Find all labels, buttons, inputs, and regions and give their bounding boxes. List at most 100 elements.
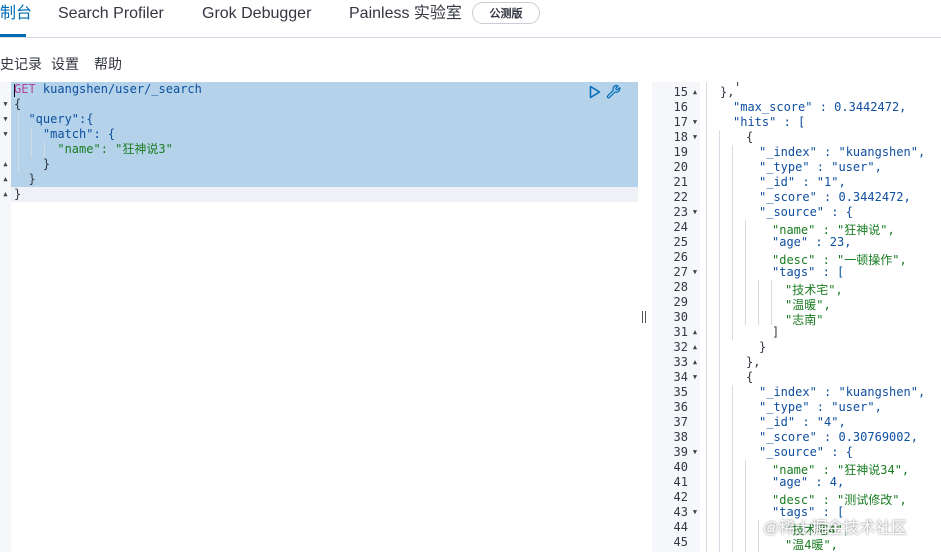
response-line: "技术宅", — [785, 283, 843, 297]
response-line: "_id" : "4", — [759, 415, 846, 429]
tab-grok-debugger[interactable]: Grok Debugger — [202, 4, 311, 24]
indent-guide — [745, 460, 746, 552]
fold-toggle-icon[interactable]: ▼ — [0, 112, 11, 127]
line-number: 15 — [673, 85, 688, 99]
response-line: "_type" : "user", — [759, 160, 882, 174]
fold-toggle-icon[interactable]: ▼ — [690, 370, 700, 385]
menu-settings[interactable]: 设置 — [51, 55, 79, 73]
response-line: "温4暖", — [785, 538, 838, 552]
indent-guide — [758, 280, 759, 325]
line-number: 27 — [673, 265, 688, 279]
run-request-icon[interactable] — [589, 85, 601, 99]
indent-guide — [771, 280, 772, 325]
beta-badge: 公测版 — [472, 2, 540, 24]
line-number: 21 — [673, 175, 688, 189]
request-line: "name": "狂神说3" — [14, 142, 173, 156]
fold-toggle-icon[interactable]: ▼ — [0, 127, 11, 142]
response-line: "max_score" : 0.3442472, — [733, 100, 907, 114]
response-line: "_type" : "user", — [759, 400, 882, 414]
line-number: 35 — [673, 385, 688, 399]
response-line-partial: | — [734, 82, 741, 87]
line-number: 40 — [673, 460, 688, 474]
active-tab-indicator — [0, 34, 26, 37]
line-number: 31 — [673, 325, 688, 339]
fold-toggle-icon[interactable]: ▼ — [690, 265, 700, 280]
indent-guide — [732, 385, 733, 552]
line-number: 19 — [673, 145, 688, 159]
fold-toggle-icon[interactable]: ▼ — [690, 445, 700, 460]
response-line: "_score" : 0.30769002, — [759, 430, 918, 444]
watermark-text: @稀土掘金技术社区 — [763, 520, 908, 537]
fold-end-icon[interactable]: ▲ — [690, 340, 700, 355]
line-number: 16 — [673, 100, 688, 114]
indent-guide — [758, 520, 759, 552]
line-number: 29 — [673, 295, 688, 309]
response-line: "_source" : { — [759, 445, 853, 459]
pane-resize-handle[interactable] — [642, 310, 648, 323]
tab-search-profiler[interactable]: Search Profiler — [58, 4, 164, 24]
fold-toggle-icon[interactable]: ▼ — [690, 205, 700, 220]
fold-end-icon[interactable]: ▲ — [0, 157, 11, 172]
fold-end-icon[interactable]: ▲ — [0, 172, 11, 187]
tab-painless-lab[interactable]: Painless 实验室 — [349, 4, 462, 24]
fold-end-icon[interactable]: ▲ — [0, 187, 11, 202]
line-number: 26 — [673, 250, 688, 264]
response-line: { — [746, 370, 754, 384]
fold-toggle-icon[interactable]: ▼ — [690, 130, 700, 145]
request-path: kuangshen/user/_search — [42, 82, 202, 96]
response-line: }, — [720, 85, 735, 99]
line-number: 23 — [673, 205, 688, 219]
line-number: 22 — [673, 190, 688, 204]
menu-history[interactable]: 史记录 — [0, 55, 42, 73]
request-line: "match": { — [14, 127, 116, 141]
response-line: "_source" : { — [759, 205, 853, 219]
request-line: } — [14, 172, 36, 186]
response-line: "_index" : "kuangshen", — [759, 385, 926, 399]
menu-help[interactable]: 帮助 — [94, 55, 122, 73]
fold-toggle-icon[interactable]: ▼ — [690, 115, 700, 130]
line-number: 34 — [673, 370, 688, 384]
line-number: 43 — [673, 505, 688, 519]
line-number: 36 — [673, 400, 688, 414]
fold-end-icon[interactable]: ▲ — [690, 355, 700, 370]
top-tab-bar: 制台 Search Profiler Grok Debugger Painles… — [0, 0, 941, 38]
line-number: 45 — [673, 535, 688, 549]
line-number: 38 — [673, 430, 688, 444]
indent-guide — [719, 130, 720, 552]
active-line-highlight — [11, 187, 638, 202]
request-line: "query":{ — [14, 112, 94, 126]
line-number: 33 — [673, 355, 688, 369]
response-line: "hits" : [ — [733, 115, 806, 129]
line-number: 25 — [673, 235, 688, 249]
fold-end-icon[interactable]: ▲ — [690, 325, 700, 340]
line-number: 30 — [673, 310, 688, 324]
response-line: ] — [772, 325, 780, 339]
response-line: { — [746, 130, 754, 144]
tab-console[interactable]: 制台 — [0, 4, 32, 24]
line-number: 39 — [673, 445, 688, 459]
line-number: 24 — [673, 220, 688, 234]
request-gutter — [0, 82, 11, 552]
fold-toggle-icon[interactable]: ▼ — [690, 505, 700, 520]
response-line: "_id" : "1", — [759, 175, 846, 189]
request-line-method: GET kuangshen/user/_search — [14, 82, 202, 97]
fold-end-icon[interactable]: ▲ — [690, 85, 700, 100]
line-number: 44 — [673, 520, 688, 534]
line-number: 37 — [673, 415, 688, 429]
request-line: { — [14, 97, 22, 111]
line-number: 32 — [673, 340, 688, 354]
response-viewer[interactable]: | 15 16 17 18 19 20 21 22 23 24 25 26 27… — [652, 82, 941, 552]
line-number: 28 — [673, 280, 688, 294]
fold-toggle-icon[interactable]: ▼ — [0, 97, 11, 112]
line-number: 17 — [673, 115, 688, 129]
indent-guide — [745, 220, 746, 325]
response-line: "温暖", — [785, 298, 831, 312]
response-line: }, — [746, 355, 761, 369]
request-editor[interactable]: ▼ ▼ ▼ ▲ ▲ ▲ GET kuangshen/user/_search {… — [0, 82, 638, 552]
line-number: 42 — [673, 490, 688, 504]
request-line: } — [14, 157, 51, 171]
response-line: "age" : 23, — [772, 235, 852, 249]
request-line: } — [14, 187, 22, 201]
indent-guide — [706, 82, 707, 552]
wrench-icon[interactable] — [606, 84, 622, 100]
